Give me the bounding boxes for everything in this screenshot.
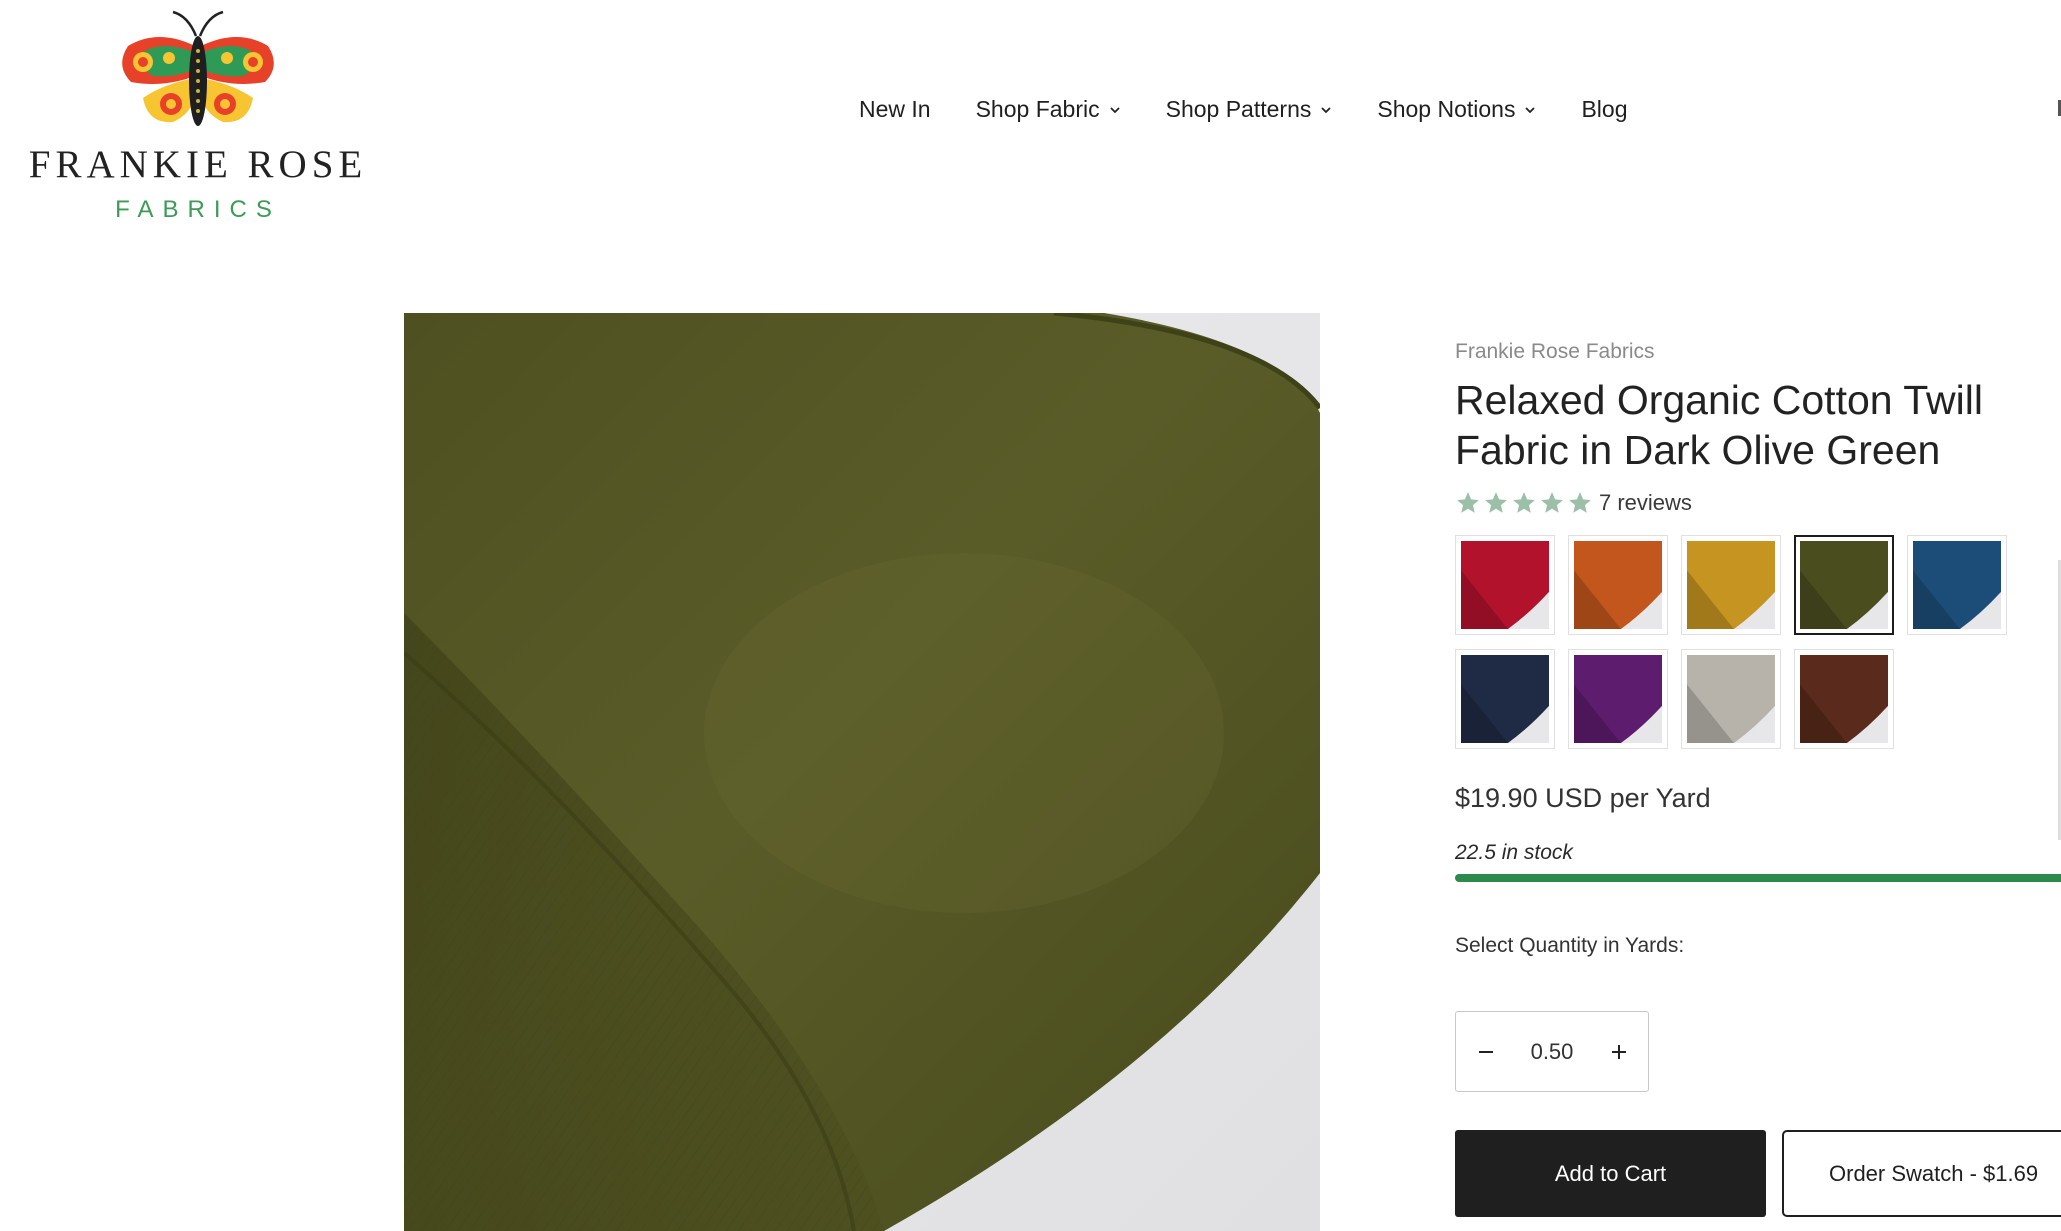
chevron-down-icon [1525, 106, 1536, 113]
product-price: $19.90 USD per Yard [1455, 783, 1711, 813]
swatch-fabric-image [1574, 655, 1662, 743]
stock-status: 22.5 in stock [1455, 841, 1573, 864]
color-swatch-8[interactable] [1794, 649, 1894, 749]
brand-name: FRANKIE ROSE [28, 143, 368, 186]
product-title: Relaxed Organic Cotton Twill Fabric in D… [1455, 377, 1983, 473]
swatch-fabric-image [1687, 541, 1775, 629]
brand-subtitle: FABRICS [115, 196, 281, 223]
color-swatch-5[interactable] [1455, 649, 1555, 749]
swatch-fabric-image [1913, 541, 2001, 629]
chevron-down-icon [1109, 106, 1120, 113]
color-swatch-2[interactable] [1681, 535, 1781, 635]
swatch-fabric-image [1461, 541, 1549, 629]
reviews-link[interactable]: 7 reviews [1599, 490, 1692, 516]
quantity-input[interactable] [1515, 1037, 1589, 1066]
color-swatch-6[interactable] [1568, 649, 1668, 749]
quantity-label: Select Quantity in Yards: [1455, 934, 1685, 957]
color-swatch-1[interactable] [1568, 535, 1668, 635]
nav-shop-fabric[interactable]: Shop Fabric [976, 96, 1121, 123]
nav-label: Shop Notions [1377, 96, 1516, 122]
star-icon [1485, 492, 1507, 513]
swatch-fabric-image [1461, 655, 1549, 743]
star-icon [1569, 492, 1591, 513]
quantity-increase-button[interactable] [1589, 1012, 1648, 1091]
stock-progress-bar [1455, 874, 2061, 882]
star-rating [1455, 490, 1593, 516]
swatch-fabric-image [1687, 655, 1775, 743]
plus-icon [1611, 1044, 1626, 1059]
main-navigation: New In Shop Fabric Shop Patterns Shop No… [859, 96, 1673, 123]
color-swatch-3[interactable] [1794, 535, 1894, 635]
color-swatch-4[interactable] [1907, 535, 2007, 635]
star-icon [1541, 492, 1563, 513]
order-swatch-button[interactable]: Order Swatch - $1.69 [1782, 1130, 2061, 1217]
swatch-fabric-image [1800, 541, 1888, 629]
nav-shop-notions[interactable]: Shop Notions [1377, 96, 1536, 123]
color-swatch-0[interactable] [1455, 535, 1555, 635]
nav-shop-patterns[interactable]: Shop Patterns [1166, 96, 1333, 123]
color-swatch-7[interactable] [1681, 649, 1781, 749]
stock-progress-fill [1455, 874, 2061, 882]
quantity-decrease-button[interactable] [1456, 1012, 1515, 1091]
chevron-down-icon [1321, 106, 1332, 113]
product-vendor[interactable]: Frankie Rose Fabrics [1455, 340, 1655, 364]
nav-label: Blog [1581, 96, 1628, 122]
star-icon [1513, 492, 1535, 513]
moth-logo-icon [122, 10, 274, 126]
swatch-fabric-image [1574, 541, 1662, 629]
nav-new-in[interactable]: New In [859, 96, 931, 123]
star-icon [1457, 492, 1479, 513]
folded-fabric-image [404, 313, 1320, 1231]
swatch-fabric-image [1800, 655, 1888, 743]
minus-icon [1478, 1050, 1493, 1053]
nav-label: Shop Fabric [975, 96, 1100, 122]
color-swatches [1455, 535, 2061, 749]
site-logo[interactable]: FRANKIE ROSE FABRICS [18, 6, 378, 223]
nav-label: New In [859, 96, 931, 122]
quantity-stepper [1455, 1011, 1649, 1092]
product-image[interactable] [404, 313, 1320, 1231]
nav-label: Shop Patterns [1165, 96, 1312, 122]
add-to-cart-button[interactable]: Add to Cart [1455, 1130, 1766, 1217]
product-rating[interactable]: 7 reviews [1455, 490, 1692, 516]
nav-blog[interactable]: Blog [1581, 96, 1627, 123]
